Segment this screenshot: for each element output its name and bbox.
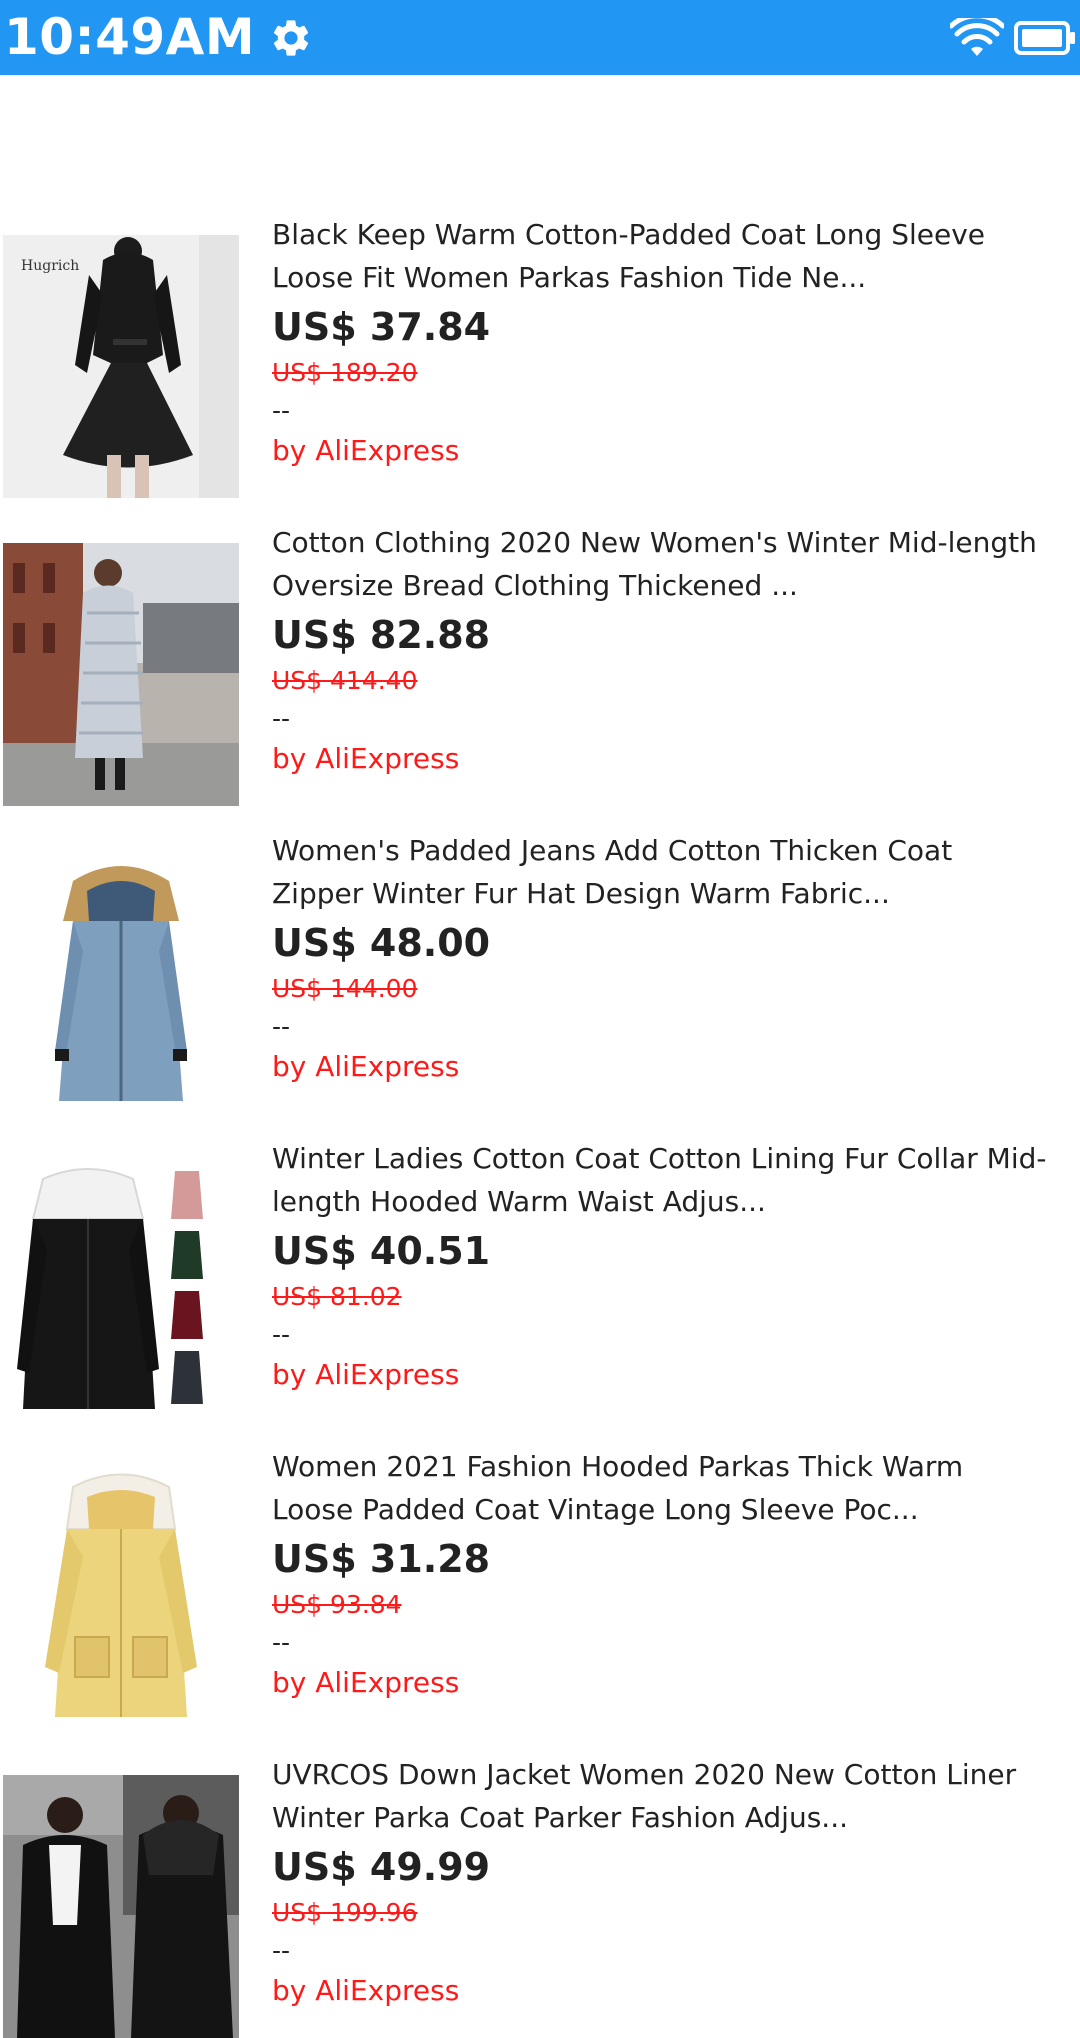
product-title[interactable]: Cotton Clothing 2020 New Women's Winter … [272,521,1072,607]
product-info: UVRCOS Down Jacket Women 2020 New Cotton… [272,1753,1072,2011]
product-original-price: US$ 414.40 [272,666,418,695]
product-original-price: US$ 144.00 [272,974,418,1003]
product-rating: -- [272,704,291,733]
product-info: Women's Padded Jeans Add Cotton Thicken … [272,829,1072,1087]
product-title-line: Black Keep Warm Cotton-Padded Coat Long … [272,218,986,251]
product-item[interactable]: Hugrich Black Keep Warm Cotton-Padded Co… [0,149,1080,498]
product-title-line: Oversize Bread Clothing Thickened ... [272,569,798,602]
product-title-line: Winter Parka Coat Parker Fashion Adjus..… [272,1801,848,1834]
product-image[interactable] [3,1775,239,2038]
product-title-line: length Hooded Warm Waist Adjus... [272,1185,766,1218]
status-bar: 10:49AM [0,0,1080,75]
product-title-line: Loose Fit Women Parkas Fashion Tide Ne..… [272,261,867,294]
product-seller: by AliExpress [272,1974,460,2007]
status-time: 10:49AM [4,8,256,66]
gear-icon [269,16,313,60]
product-title[interactable]: Winter Ladies Cotton Coat Cotton Lining … [272,1137,1072,1223]
product-title-line: Winter Ladies Cotton Coat Cotton Lining … [272,1142,1047,1175]
product-rating: -- [272,1936,291,1965]
product-title-line: Cotton Clothing 2020 New Women's Winter … [272,526,1037,559]
product-rating: -- [272,1320,291,1349]
product-title-line: Women 2021 Fashion Hooded Parkas Thick W… [272,1450,964,1483]
product-price: US$ 82.88 [272,613,491,657]
product-title-line: UVRCOS Down Jacket Women 2020 New Cotton… [272,1758,1017,1791]
product-title-line: Zipper Winter Fur Hat Design Warm Fabric… [272,877,890,910]
product-original-price: US$ 199.96 [272,1898,418,1927]
product-title-line: Women's Padded Jeans Add Cotton Thicken … [272,834,953,867]
product-title[interactable]: UVRCOS Down Jacket Women 2020 New Cotton… [272,1753,1072,1839]
product-title[interactable]: Women's Padded Jeans Add Cotton Thicken … [272,829,1072,915]
product-info: Black Keep Warm Cotton-Padded Coat Long … [272,213,1072,471]
product-item[interactable]: UVRCOS Down Jacket Women 2020 New Cotton… [0,1689,1080,2038]
battery-icon [1014,20,1075,55]
product-price: US$ 49.99 [272,1845,491,1889]
product-info: Cotton Clothing 2020 New Women's Winter … [272,521,1072,779]
product-item[interactable]: Cotton Clothing 2020 New Women's Winter … [0,457,1080,806]
wifi-icon [950,17,1004,56]
product-item[interactable]: Women 2021 Fashion Hooded Parkas Thick W… [0,1381,1080,1730]
product-info: Winter Ladies Cotton Coat Cotton Lining … [272,1137,1072,1395]
product-item[interactable]: Women's Padded Jeans Add Cotton Thicken … [0,765,1080,1114]
product-rating: -- [272,396,291,425]
product-original-price: US$ 93.84 [272,1590,402,1619]
product-info: Women 2021 Fashion Hooded Parkas Thick W… [272,1445,1072,1703]
svg-text:Hugrich: Hugrich [21,258,79,274]
product-price: US$ 31.28 [272,1537,491,1581]
product-title-line: Loose Padded Coat Vintage Long Sleeve Po… [272,1493,919,1526]
product-price: US$ 37.84 [272,305,491,349]
product-title[interactable]: Women 2021 Fashion Hooded Parkas Thick W… [272,1445,1072,1531]
product-original-price: US$ 189.20 [272,358,418,387]
product-price: US$ 48.00 [272,921,491,965]
product-rating: -- [272,1628,291,1657]
product-item[interactable]: Winter Ladies Cotton Coat Cotton Lining … [0,1073,1080,1422]
product-price: US$ 40.51 [272,1229,491,1273]
product-original-price: US$ 81.02 [272,1282,402,1311]
product-rating: -- [272,1012,291,1041]
product-title[interactable]: Black Keep Warm Cotton-Padded Coat Long … [272,213,1072,299]
